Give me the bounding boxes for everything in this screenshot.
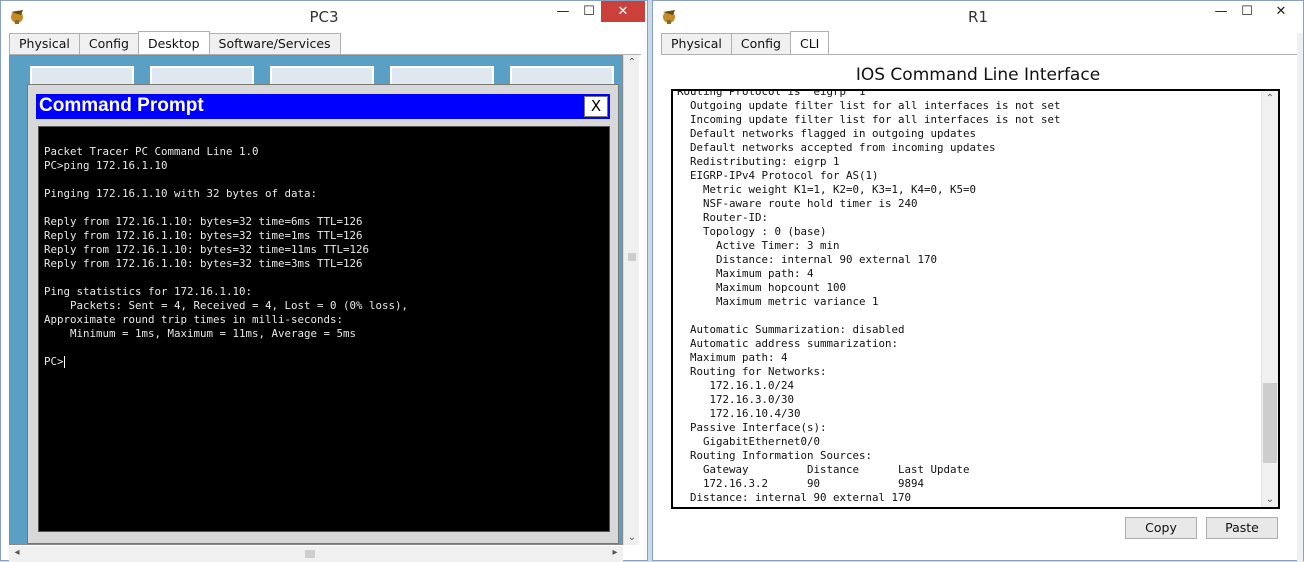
cli-line: Distance: internal 90 external 170 [677,491,912,504]
minimize-icon[interactable]: — [1207,1,1235,22]
cli-heading: IOS Command Line Interface [855,65,1101,85]
tab-physical[interactable]: Physical [661,33,732,54]
cli-line: NSF-aware route hold timer is 240 [677,197,918,210]
cli-line: Gateway Distance Last Update [677,463,970,476]
cli-line: Metric weight K1=1, K2=0, K3=1, K4=0, K5… [677,183,977,196]
cli-terminal[interactable]: Routing Protocol is "eigrp 1 " Outgoing … [671,89,1280,509]
cli-line: 172.16.3.0/30 [677,393,795,406]
scroll-up-icon[interactable]: ⌃ [624,57,640,68]
close-button[interactable]: X [584,96,608,117]
terminal[interactable]: Packet Tracer PC Command Line 1.0 PC>pin… [38,126,610,532]
r1-tabs: Physical Config CLI [661,31,830,55]
terminal-line: Ping statistics for 172.16.1.10: [44,285,253,298]
cli-line: Distance: internal 90 external 170 [677,253,938,266]
scroll-left-icon[interactable]: ◂ [9,547,25,558]
scroll-thumb[interactable] [1263,383,1277,463]
terminal-line: PC>ping 172.16.1.10 [44,159,168,172]
close-icon[interactable]: ✕ [601,1,645,22]
terminal-line: Minimum = 1ms, Maximum = 11ms, Average =… [44,327,357,340]
horizontal-scrollbar[interactable]: ◂ ▸ [9,546,623,562]
cli-line: Automatic address summarization: [677,337,899,350]
scroll-right-icon[interactable]: ▸ [607,547,623,558]
cli-line: Topology : 0 (base) [677,225,827,238]
cli-line: Router-ID: [677,211,769,224]
scroll-up-icon[interactable]: ⌃ [1262,93,1278,104]
cli-line: Passive Interface(s): [677,421,827,434]
tab-config[interactable]: Config [730,33,791,54]
prompt-text: PC> [44,355,64,368]
cli-scrollbar[interactable]: ⌃ ⌄ [1261,91,1278,507]
tab-divider [661,54,1297,55]
terminal-line: Reply from 172.16.1.10: bytes=32 time=1m… [44,229,363,242]
maximize-icon[interactable]: ☐ [575,1,603,22]
cli-line: Active Timer: 3 min [677,239,840,252]
pc3-tabs: Physical Config Desktop Software/Service… [9,31,341,55]
terminal-line: Reply from 172.16.1.10: bytes=32 time=11… [44,243,370,256]
terminal-line: Packet Tracer PC Command Line 1.0 [44,145,259,158]
tab-physical[interactable]: Physical [9,33,80,54]
minimize-icon[interactable]: — [549,1,577,22]
terminal-line: Reply from 172.16.1.10: bytes=32 time=6m… [44,215,363,228]
cli-line: Maximum path: 4 [677,351,788,364]
cli-line: Routing for Networks: [677,365,827,378]
command-prompt-title: Command Prompt [39,95,204,116]
cli-line: Outgoing update filter list for all inte… [677,99,1061,112]
r1-titlebar[interactable]: R1 — ☐ ✕ [653,1,1303,31]
cli-line: Maximum metric variance 1 [677,295,879,308]
copy-button[interactable]: Copy [1125,517,1197,539]
cli-line: Redistributing: eigrp 1 [677,155,840,168]
cli-line: Incoming update filter list for all inte… [677,113,1061,126]
cli-line: Default networks accepted from incoming … [677,141,996,154]
cli-line: EIGRP-IPv4 Protocol for AS(1) [677,169,879,182]
terminal-line: Pinging 172.16.1.10 with 32 bytes of dat… [44,187,318,200]
cli-line: GigabitEthernet0/0 [677,435,821,448]
tab-software-services[interactable]: Software/Services [208,33,341,54]
close-icon[interactable]: ✕ [1259,1,1303,22]
cli-line: Default networks flagged in outgoing upd… [677,127,977,140]
scroll-down-icon[interactable]: ⌄ [624,532,640,543]
window-scrollbar[interactable] [1297,33,1303,562]
cli-line: Maximum path: 4 [677,267,814,280]
cli-line: 172.16.3.2 90 9894 [677,477,925,490]
scroll-thumb[interactable] [305,550,315,558]
pc3-titlebar[interactable]: PC3 — ☐ ✕ [1,1,647,31]
terminal-line: Packets: Sent = 4, Received = 4, Lost = … [44,299,409,312]
cli-line: Automatic Summarization: disabled [677,323,905,336]
scroll-thumb[interactable] [628,253,636,261]
tab-config[interactable]: Config [78,33,139,54]
cli-line: 172.16.1.0/24 [677,379,795,392]
command-prompt-titlebar[interactable]: Command Prompt X [36,94,610,119]
tab-cli[interactable]: CLI [789,31,830,54]
cli-line: Routing Protocol is "eigrp 1 " [677,89,879,98]
terminal-prompt[interactable]: PC> [44,355,65,369]
cli-line: 172.16.10.4/30 [677,407,801,420]
scroll-down-icon[interactable]: ⌄ [1262,494,1278,505]
pc3-window: PC3 — ☐ ✕ Physical Config Desktop Softwa… [0,0,648,562]
r1-window: R1 — ☐ ✕ Physical Config CLI IOS Command… [652,0,1304,562]
cli-line: Maximum hopcount 100 [677,281,847,294]
terminal-line: Approximate round trip times in milli-se… [44,313,344,326]
vertical-scrollbar[interactable]: ⌃ ⌄ [623,55,639,545]
text-cursor [63,356,65,368]
terminal-line: Reply from 172.16.1.10: bytes=32 time=3m… [44,257,363,270]
paste-button[interactable]: Paste [1206,517,1278,539]
command-prompt-window: Command Prompt X Packet Tracer PC Comman… [27,84,619,544]
cli-line: Routing Information Sources: [677,449,873,462]
tab-desktop[interactable]: Desktop [137,31,210,54]
maximize-icon[interactable]: ☐ [1233,1,1261,22]
window-title: R1 [968,8,988,26]
